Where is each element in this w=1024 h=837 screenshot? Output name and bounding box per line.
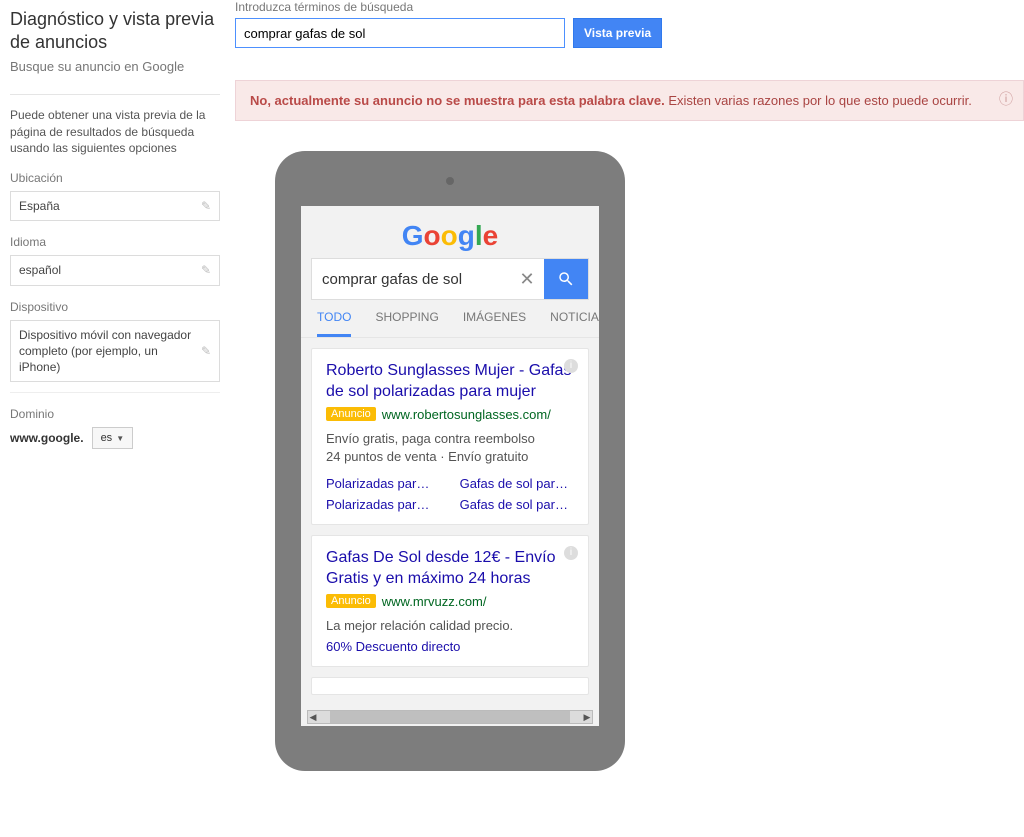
horizontal-scrollbar[interactable]: ◀ ▶ (307, 710, 593, 724)
search-label: Introduzca términos de búsqueda (235, 0, 1024, 14)
pencil-icon: ✎ (201, 262, 211, 278)
ad-info-icon[interactable]: i (564, 546, 578, 560)
tab-todo[interactable]: TODO (317, 310, 351, 337)
ad-url: www.mrvuzz.com/ (382, 594, 487, 609)
pencil-icon: ✎ (201, 198, 211, 214)
google-logo: Google (301, 206, 599, 258)
location-selector[interactable]: España ✎ (10, 191, 220, 221)
tab-noticias[interactable]: NOTICIAS (550, 310, 599, 337)
info-icon[interactable]: ⓘ (999, 89, 1013, 109)
location-label: Ubicación (10, 171, 220, 185)
mobile-search-text: comprar gafas de sol (312, 259, 510, 299)
ad-title: Roberto Sunglasses Mujer - Gafas de sol … (326, 361, 574, 403)
mobile-tabs: TODO SHOPPING IMÁGENES NOTICIAS (301, 300, 599, 338)
phone-camera (446, 177, 454, 185)
scrollbar-thumb[interactable] (330, 711, 570, 723)
alert-text: Existen varias razones por lo que esto p… (665, 93, 972, 108)
pencil-icon: ✎ (201, 343, 211, 359)
ad-badge: Anuncio (326, 407, 376, 421)
mobile-search-bar[interactable]: comprar gafas de sol ✕ (311, 258, 589, 300)
tab-imagenes[interactable]: IMÁGENES (463, 310, 526, 337)
ad-info-icon[interactable]: i (564, 359, 578, 373)
ad-result[interactable]: i Roberto Sunglasses Mujer - Gafas de so… (311, 348, 589, 525)
scroll-right-icon[interactable]: ▶ (582, 712, 592, 723)
location-value: España (19, 198, 201, 214)
ad-promo[interactable]: 60% Descuento directo (326, 639, 574, 654)
ad-result[interactable]: i Gafas De Sol desde 12€ - Envío Gratis … (311, 535, 589, 667)
language-value: español (19, 262, 201, 278)
scroll-left-icon[interactable]: ◀ (308, 712, 318, 723)
ad-sitelink[interactable]: Polarizadas para … (326, 497, 436, 512)
domain-tld-dropdown[interactable]: es ▼ (92, 427, 134, 449)
language-label: Idioma (10, 235, 220, 249)
domain-tld-value: es (101, 432, 113, 444)
search-input[interactable] (235, 18, 565, 48)
ad-desc: Envío gratis, paga contra reembolso (326, 430, 574, 448)
ad-sitelink[interactable]: Gafas de sol para … (460, 476, 574, 491)
alert-banner: No, actualmente su anuncio no se muestra… (235, 80, 1024, 121)
domain-label: Dominio (10, 407, 220, 421)
ad-sitelink[interactable]: Polarizadas para … (326, 476, 436, 491)
phone-screen: Google comprar gafas de sol ✕ (301, 206, 599, 726)
chevron-down-icon: ▼ (116, 434, 124, 443)
phone-frame: Google comprar gafas de sol ✕ (275, 151, 625, 771)
mobile-search-button[interactable] (544, 259, 588, 299)
language-selector[interactable]: español ✎ (10, 255, 220, 285)
search-icon (557, 270, 575, 288)
ad-desc: 24 puntos de venta · Envío gratuito (326, 448, 574, 466)
device-label: Dispositivo (10, 300, 220, 314)
ad-desc: La mejor relación calidad precio. (326, 617, 574, 635)
device-selector[interactable]: Dispositivo móvil con navegador completo… (10, 320, 220, 383)
sidebar-instruction: Puede obtener una vista previa de la pág… (10, 107, 220, 157)
page-title: Diagnóstico y vista previa de anuncios (10, 8, 220, 55)
ad-url: www.robertosunglasses.com/ (382, 407, 551, 422)
page-subtitle: Busque su anuncio en Google (10, 59, 220, 74)
ad-sitelink[interactable]: Gafas de sol para … (460, 497, 574, 512)
ad-badge: Anuncio (326, 594, 376, 608)
preview-button[interactable]: Vista previa (573, 18, 662, 48)
alert-text-bold: No, actualmente su anuncio no se muestra… (250, 93, 665, 108)
tab-shopping[interactable]: SHOPPING (375, 310, 438, 337)
ad-result[interactable] (311, 677, 589, 695)
device-value: Dispositivo móvil con navegador completo… (19, 327, 201, 376)
domain-value: www.google. (10, 431, 84, 445)
clear-icon[interactable]: ✕ (510, 259, 544, 299)
ad-title: Gafas De Sol desde 12€ - Envío Gratis y … (326, 548, 574, 590)
